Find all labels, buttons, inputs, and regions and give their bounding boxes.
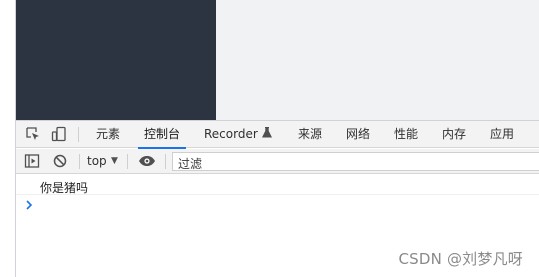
sidebar-toggle-icon[interactable]	[24, 153, 40, 169]
page-viewport	[16, 0, 539, 120]
screen: 元素 控制台 Recorder 来源 网络 性能 内存 应用 top ▼ 过滤 …	[0, 0, 539, 277]
console-toolbar: top ▼	[16, 149, 539, 174]
tab-memory[interactable]: 内存	[442, 121, 466, 148]
devtools-panel: 元素 控制台 Recorder 来源 网络 性能 内存 应用 top ▼ 过滤 …	[16, 120, 539, 277]
toolbar-separator	[127, 154, 128, 169]
filter-input[interactable]	[173, 155, 539, 173]
device-toggle-icon[interactable]	[51, 126, 67, 142]
clear-console-icon[interactable]	[52, 153, 68, 169]
tab-recorder[interactable]: Recorder	[204, 121, 272, 148]
toolbar-separator	[165, 154, 166, 169]
toolbar-separator	[79, 154, 80, 169]
inspect-element-icon[interactable]	[25, 126, 41, 142]
console-message-text: 你是猪吗	[40, 181, 89, 195]
tab-console[interactable]: 控制台	[137, 121, 187, 149]
experiment-flask-icon	[261, 121, 272, 148]
tab-application[interactable]: 应用	[490, 121, 514, 148]
dark-side-panel	[16, 0, 216, 120]
tab-sources[interactable]: 来源	[298, 121, 322, 148]
devtools-tabbar: 元素 控制台 Recorder 来源 网络 性能 内存 应用	[16, 121, 539, 149]
tabbar-separator	[78, 127, 79, 142]
tab-performance[interactable]: 性能	[394, 121, 418, 148]
prompt-chevron-icon	[24, 197, 36, 213]
window-left-border	[0, 0, 16, 277]
chevron-down-icon[interactable]: ▼	[111, 149, 118, 174]
tab-recorder-label: Recorder	[204, 127, 258, 141]
context-selector[interactable]: top	[87, 149, 107, 174]
console-prompt[interactable]	[16, 197, 539, 215]
eye-icon[interactable]	[138, 153, 155, 169]
console-message: 你是猪吗	[16, 177, 539, 195]
watermark: CSDN @刘梦凡呀	[398, 250, 523, 268]
tab-elements[interactable]: 元素	[96, 121, 120, 148]
filter-field[interactable]	[172, 152, 539, 173]
tab-network[interactable]: 网络	[346, 121, 370, 148]
